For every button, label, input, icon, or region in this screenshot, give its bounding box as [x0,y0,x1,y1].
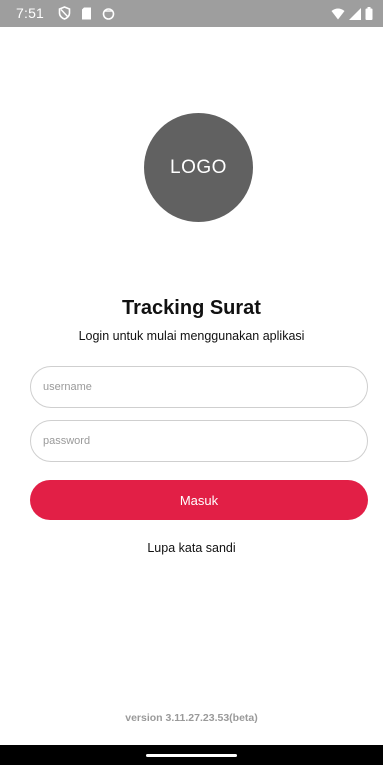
navigation-bar [0,745,383,765]
home-handle[interactable] [146,754,237,757]
battery-icon [365,7,373,23]
signal-icon [349,7,361,23]
app-title: Tracking Surat [122,297,261,319]
status-bar: 7:51 [0,0,383,27]
app-subtitle: Login untuk mulai menggunakan aplikasi [78,329,305,343]
sd-card-icon [81,7,92,23]
shield-icon [58,6,71,23]
sync-icon [102,7,115,23]
app-logo: LOGO [144,113,253,222]
forgot-password-link[interactable]: Lupa kata sandi [0,541,383,555]
status-icons-left [58,6,115,23]
username-input[interactable] [30,366,368,408]
status-icons-right [331,7,373,23]
wifi-icon [331,7,345,23]
app-version: version 3.11.27.23.53(beta) [125,712,258,724]
logo-text: LOGO [170,156,227,178]
status-time: 7:51 [16,5,45,21]
login-button[interactable]: Masuk [30,480,368,520]
password-input[interactable] [30,420,368,462]
